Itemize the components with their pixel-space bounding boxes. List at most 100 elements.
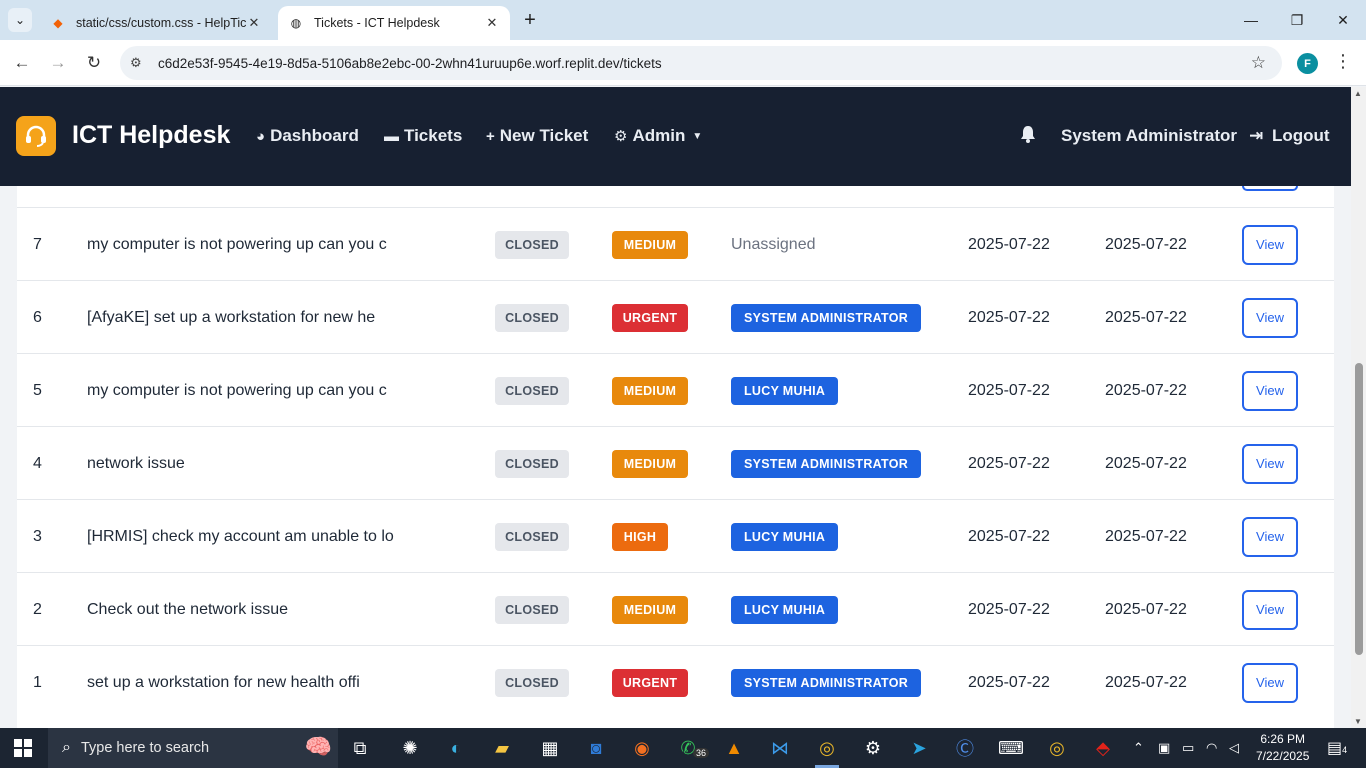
meet-icon[interactable]: ▣ [1158, 740, 1170, 756]
battery-icon[interactable]: ▭ [1182, 740, 1194, 756]
acrobat-icon[interactable]: ⬘ [1088, 734, 1118, 762]
new-tab-button[interactable]: + [518, 8, 542, 32]
edge-icon[interactable]: ◐ [441, 734, 471, 762]
logout-link[interactable]: ⇥ Logout [1249, 126, 1330, 146]
store-icon[interactable]: ▦ [535, 734, 565, 762]
minimize-button[interactable]: — [1228, 0, 1274, 40]
vlc-icon[interactable]: ▲ [719, 734, 749, 762]
assignee-badge: SYSTEM ADMINISTRATOR [731, 668, 922, 697]
chrome-profile-icon[interactable]: ◎ [1042, 734, 1072, 762]
outlook-icon[interactable]: ◙ [581, 734, 611, 762]
view-ticket-button[interactable]: View [1242, 662, 1298, 703]
dashboard-gauge-icon: ◕ [256, 127, 266, 145]
priority-badge: MEDIUM [612, 595, 688, 624]
priority-badge: URGENT [612, 668, 688, 697]
status-badge: CLOSED [495, 449, 569, 478]
updated-date: 2025-07-22 [1105, 454, 1187, 472]
updated-date: 2025-07-22 [1105, 527, 1187, 545]
created-date: 2025-07-22 [968, 235, 1050, 253]
assignee-badge: LUCY MUHIA [731, 522, 839, 551]
tab-tickets[interactable]: ◍ Tickets - ICT Helpdesk ✕ [278, 6, 510, 40]
ticket-title: network issue [87, 454, 185, 472]
app-c-icon[interactable]: Ⓒ [950, 734, 980, 762]
priority-badge: URGENT [612, 303, 688, 332]
clock-time: 6:26 PM [1260, 732, 1306, 746]
action-cell: View [1242, 281, 1298, 354]
notification-center-icon[interactable]: ▤4 [1327, 738, 1347, 758]
view-ticket-button[interactable]: View [1242, 516, 1298, 557]
view-ticket-button[interactable]: View [1242, 443, 1298, 484]
created-date: 2025-07-22 [968, 527, 1050, 545]
task-view-icon[interactable]: ⧉ [345, 734, 375, 762]
view-ticket-button[interactable]: View [1242, 370, 1298, 411]
tray-overflow-icon[interactable]: ⌃ [1133, 740, 1144, 756]
scroll-thumb[interactable] [1355, 363, 1363, 655]
firefox-icon[interactable]: ◉ [627, 734, 657, 762]
current-user-name[interactable]: System Administrator [1061, 126, 1237, 146]
reload-button[interactable]: ↻ [80, 49, 108, 77]
created-date: 2025-07-22 [968, 381, 1050, 399]
browser-menu-icon[interactable]: ⋮ [1334, 51, 1352, 72]
assignee-cell: LUCY MUHIA [731, 500, 839, 573]
previous-row-view-button[interactable] [1242, 186, 1298, 191]
restore-button[interactable]: ❐ [1274, 0, 1320, 40]
page-scrollbar[interactable]: ▲ ▼ [1351, 87, 1366, 728]
nav-admin-dropdown[interactable]: ⚙ Admin ▼ [614, 126, 702, 146]
forward-button[interactable]: → [44, 49, 72, 77]
app-icon[interactable]: ⚙ [858, 734, 888, 762]
tab-title: Tickets - ICT Helpdesk [314, 16, 440, 30]
assignee-cell: SYSTEM ADMINISTRATOR [731, 646, 922, 719]
app-navbar: ICT Helpdesk ◕ Dashboard ▬ Tickets + New… [0, 87, 1351, 186]
priority-cell: URGENT [612, 281, 688, 354]
windows-start-icon[interactable] [14, 739, 32, 757]
app-brand[interactable]: ICT Helpdesk [72, 121, 230, 150]
view-ticket-button[interactable]: View [1242, 224, 1298, 265]
nav-new-ticket[interactable]: + New Ticket [486, 126, 588, 146]
scroll-up-arrow-icon[interactable]: ▲ [1354, 89, 1362, 98]
ticket-title: [HRMIS] check my account am unable to lo [87, 527, 394, 545]
assignee-cell: Unassigned [731, 208, 816, 281]
system-clock[interactable]: 6:26 PM 7/22/2025 [1256, 731, 1309, 765]
view-ticket-button[interactable]: View [1242, 589, 1298, 630]
assignee-badge: SYSTEM ADMINISTRATOR [731, 303, 922, 332]
tab-custom-css[interactable]: ◆ static/css/custom.css - HelpTick ✕ [40, 6, 272, 40]
scroll-down-arrow-icon[interactable]: ▼ [1354, 717, 1362, 726]
priority-badge: MEDIUM [612, 230, 688, 259]
tab-search-button[interactable]: ⌄ [8, 8, 32, 32]
profile-avatar[interactable]: F [1297, 53, 1318, 74]
nav-tickets[interactable]: ▬ Tickets [384, 126, 462, 146]
wifi-icon[interactable]: ◠ [1206, 740, 1217, 756]
copilot-icon[interactable]: ✺ [395, 734, 425, 762]
close-icon[interactable]: ✕ [484, 15, 500, 31]
telegram-icon[interactable]: ➤ [904, 734, 934, 762]
address-bar[interactable]: ⚙ c6d2e53f-9545-4e19-8d5a-5106ab8e2ebc-0… [120, 46, 1282, 80]
nav-admin-label: Admin [632, 126, 686, 145]
notification-bell-icon[interactable] [1020, 125, 1036, 148]
table-row: 6 [AfyaKE] set up a workstation for new … [17, 280, 1334, 353]
back-button[interactable]: ← [8, 49, 36, 77]
close-icon[interactable]: ✕ [246, 15, 262, 31]
file-explorer-icon[interactable]: ▰ [487, 734, 517, 762]
globe-icon: ◍ [290, 16, 302, 30]
taskbar-search[interactable]: ⌕ Type here to search 🧠 [48, 728, 338, 768]
clock-date: 7/22/2025 [1256, 749, 1310, 763]
chrome-icon[interactable]: ◎ [812, 734, 842, 762]
volume-icon[interactable]: ◁ [1229, 740, 1239, 756]
view-ticket-button[interactable]: View [1242, 297, 1298, 338]
nav-tickets-label: Tickets [404, 126, 463, 145]
action-cell: View [1242, 208, 1298, 281]
nav-dashboard-label: Dashboard [270, 126, 359, 145]
network-app-icon[interactable]: ⌨ [996, 734, 1026, 762]
nav-dashboard[interactable]: ◕ Dashboard [256, 126, 359, 146]
vscode-icon[interactable]: ⋈ [765, 734, 795, 762]
window-close-button[interactable]: ✕ [1320, 0, 1366, 40]
headset-logo-icon[interactable] [16, 116, 56, 156]
bookmark-star-icon[interactable]: ☆ [1251, 53, 1266, 73]
action-cell: View [1242, 646, 1298, 719]
priority-cell: MEDIUM [612, 573, 688, 646]
plus-icon: + [486, 127, 495, 145]
ticket-title: my computer is not powering up can you c [87, 235, 387, 253]
status-badge: CLOSED [495, 376, 569, 405]
site-info-icon[interactable]: ⚙ [130, 55, 152, 71]
updated-date: 2025-07-22 [1105, 673, 1187, 691]
